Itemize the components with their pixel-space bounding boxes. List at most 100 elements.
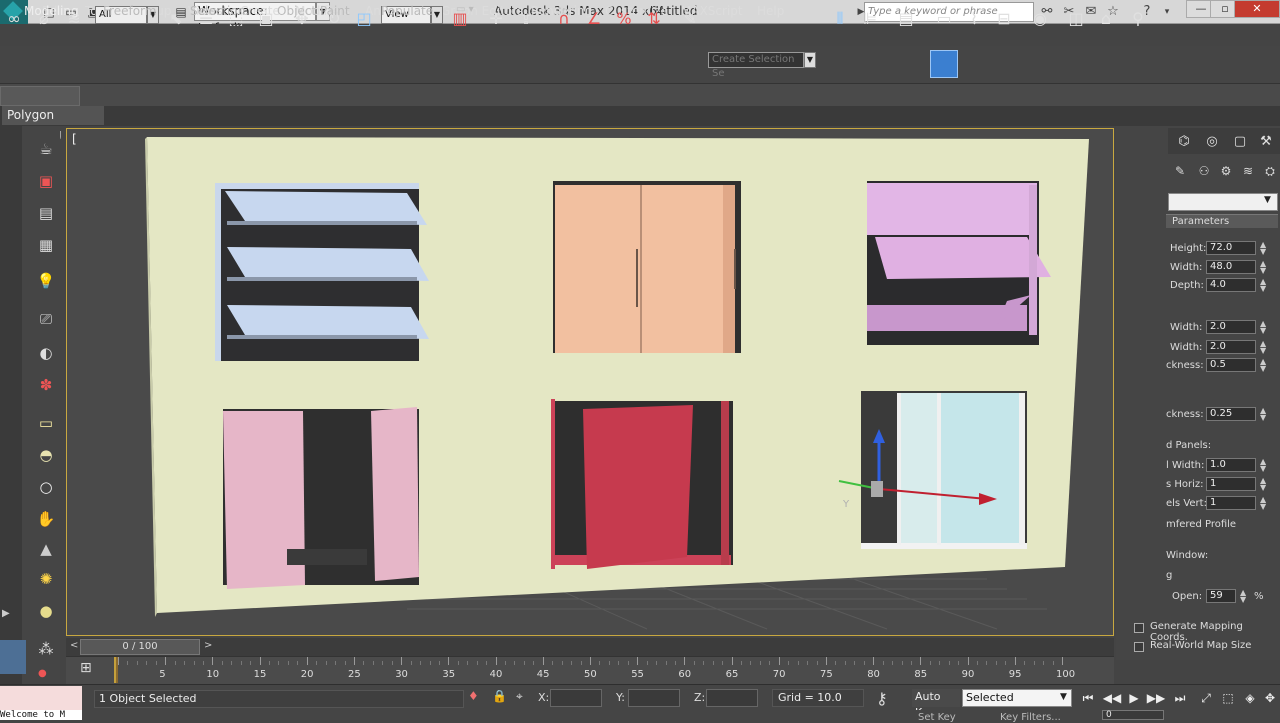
display-icon[interactable]: ▢ — [1230, 132, 1250, 152]
width-input[interactable]: 48.0 — [1206, 260, 1256, 274]
tab-populate[interactable]: Populate — [381, 4, 433, 18]
chamfered-profile-checkbox[interactable]: mfered Profile — [1166, 519, 1236, 530]
time-slider-thumb[interactable]: 0 / 100 — [80, 639, 200, 655]
sphere-icon[interactable]: ○ — [34, 476, 58, 498]
time-slider[interactable] — [66, 638, 1114, 656]
window-crossing-icon[interactable]: ▣ — [254, 8, 278, 30]
tab-selection[interactable]: Selection — [190, 4, 245, 18]
absolute-mode-icon[interactable]: ⌖ — [516, 689, 523, 704]
frame-vert-width-input[interactable]: 2.0 — [1206, 340, 1256, 354]
scale-icon[interactable]: ◰ — [352, 8, 376, 30]
tab-modeling[interactable]: Modeling — [24, 4, 79, 18]
play-icon[interactable]: ▶ — [1124, 689, 1144, 707]
chevron-down-icon[interactable]: ▼ — [1264, 195, 1271, 205]
render-setup-icon[interactable]: ◫ — [1064, 8, 1088, 30]
generate-mapping-checkbox[interactable] — [1134, 623, 1144, 633]
helpers-icon[interactable]: ✎ — [1170, 164, 1190, 182]
list-icon[interactable]: ▤ — [34, 202, 58, 224]
expand-arrow-icon[interactable]: ▶ — [2, 608, 16, 624]
render-production-icon[interactable]: ⚲ — [1126, 8, 1150, 30]
light-sphere-icon[interactable]: ● — [34, 600, 58, 622]
y-coordinate-input[interactable] — [628, 689, 680, 707]
parameters-rollout-header[interactable]: Parameters — [1166, 214, 1278, 228]
panel-width-spinner[interactable]: ▲ ▼ — [1260, 458, 1266, 473]
depth-spinner[interactable]: ▲ ▼ — [1260, 278, 1266, 293]
ribbon-options-icon[interactable]: ▭ ▾ — [456, 4, 474, 15]
systems-icon[interactable]: ⚙ — [1216, 164, 1236, 182]
depth-input[interactable]: 4.0 — [1206, 278, 1256, 292]
zoom-extents-icon[interactable]: ⤢ — [1196, 689, 1216, 707]
film-icon[interactable]: ✽ — [34, 374, 58, 396]
panels-vert-spinner[interactable]: ▲ ▼ — [1260, 496, 1266, 511]
previous-frame-icon[interactable]: ◀◀ — [1102, 689, 1122, 707]
plane-icon[interactable]: ▭ — [34, 412, 58, 434]
frame-thickness-input[interactable]: 0.5 — [1206, 358, 1256, 372]
waves-icon[interactable]: ≋ — [1238, 164, 1258, 182]
frame-vert-width-spinner[interactable]: ▲ ▼ — [1260, 340, 1266, 355]
current-frame-input[interactable]: 0 — [1102, 710, 1164, 720]
glazing-thickness-input[interactable]: 0.25 — [1206, 407, 1256, 421]
hierarchy-icon[interactable]: ⌬ — [1174, 132, 1194, 152]
light-bulb-icon[interactable]: 💡 — [34, 270, 58, 292]
frame-horiz-width-spinner[interactable]: ▲ ▼ — [1260, 320, 1266, 335]
hand-icon[interactable]: ✋ — [34, 508, 58, 530]
set-key-button[interactable]: Set Key — [918, 712, 956, 723]
teapot-icon[interactable]: ☕ — [34, 138, 58, 160]
spinner-snap-icon[interactable]: ⇅ — [642, 8, 666, 30]
width-spinner[interactable]: ▲ ▼ — [1260, 260, 1266, 275]
object-category-dropdown[interactable] — [1168, 193, 1278, 211]
sun-icon[interactable]: ✺ — [34, 568, 58, 590]
time-next-arrow[interactable]: > — [204, 640, 212, 651]
select-manipulate-icon[interactable]: ✛ — [484, 8, 508, 30]
grid-panel-icon[interactable]: ▦ — [34, 234, 58, 256]
open-percent-spinner[interactable]: ▲ ▼ — [1240, 589, 1246, 604]
auto-key-button[interactable]: Auto Key — [912, 689, 960, 719]
key-filters-button[interactable]: Key Filters... — [1000, 712, 1061, 723]
utilities-icon[interactable]: ⚒ — [1256, 132, 1276, 152]
tab-object-paint[interactable]: Object Paint — [277, 4, 350, 18]
field-of-view-icon[interactable]: ◈ — [1240, 689, 1260, 707]
open-window-option[interactable]: g — [1166, 570, 1172, 581]
render-frame-window-icon[interactable]: ⌂ — [1094, 8, 1118, 30]
close-button[interactable]: ✕ — [1234, 0, 1280, 18]
sphere-half-icon[interactable]: ◐ — [34, 342, 58, 364]
height-spinner[interactable]: ▲ ▼ — [1260, 241, 1266, 256]
align-icon[interactable]: ⊫ — [858, 8, 882, 30]
keyboard-shortcut-toggle-icon[interactable]: ⇪ — [514, 8, 538, 30]
polygon-modeling-panel[interactable]: Polygon Modeling — [2, 106, 104, 141]
spacewarps-icon[interactable]: ⚇ — [1194, 164, 1214, 182]
help-dropdown-icon[interactable]: ▾ — [1158, 3, 1176, 21]
frame-horiz-width-input[interactable]: 2.0 — [1206, 320, 1256, 334]
go-to-start-icon[interactable]: ⏮ — [1078, 689, 1098, 707]
angle-snap-icon[interactable]: ∠ — [582, 8, 606, 30]
x-coordinate-input[interactable] — [550, 689, 602, 707]
link-icon[interactable]: ∞ — [2, 8, 26, 30]
select-object-icon[interactable]: ⬉ — [164, 8, 188, 30]
camera-icon[interactable]: ⎚ — [34, 308, 58, 330]
panels-vert-input[interactable]: 1 — [1206, 496, 1256, 510]
maxscript-input[interactable] — [0, 686, 82, 710]
isolate-selection-icon[interactable]: ♦ — [468, 689, 479, 703]
panels-horiz-spinner[interactable]: ▲ ▼ — [1260, 477, 1266, 492]
selection-set-dropdown[interactable]: Selected — [962, 689, 1072, 707]
key-icon[interactable]: ⚷ — [876, 689, 888, 708]
next-frame-icon[interactable]: ▶▶ — [1146, 689, 1166, 707]
glazing-thickness-spinner[interactable]: ▲ ▼ — [1260, 407, 1266, 422]
frame-thickness-spinner[interactable]: ▲ ▼ — [1260, 358, 1266, 373]
panels-horiz-input[interactable]: 1 — [1206, 477, 1256, 491]
menu-help[interactable]: Help — [757, 4, 784, 18]
panel-width-input[interactable]: 1.0 — [1206, 458, 1256, 472]
material-editor-icon[interactable]: ◉ — [1028, 8, 1052, 30]
chevron-down-icon[interactable]: ▼ — [1060, 692, 1067, 702]
chevron-down-icon[interactable]: ▼ — [804, 52, 816, 68]
time-prev-arrow[interactable]: < — [70, 640, 78, 651]
percent-snap-icon[interactable]: % — [612, 8, 636, 30]
perspective-viewport[interactable]: Y — [66, 128, 1114, 636]
pattern-icon[interactable]: ⁂ — [34, 638, 58, 660]
pan-icon[interactable]: ✥ — [1260, 689, 1280, 707]
ribbon-toggle-icon[interactable]: ▭ — [932, 8, 956, 30]
dome-icon[interactable]: ◓ — [34, 444, 58, 466]
graphite-modeling-tools-button[interactable] — [930, 50, 958, 78]
curve-editor-icon[interactable]: ⌇ — [962, 8, 986, 30]
go-to-end-icon[interactable]: ⏭ — [1170, 689, 1190, 707]
